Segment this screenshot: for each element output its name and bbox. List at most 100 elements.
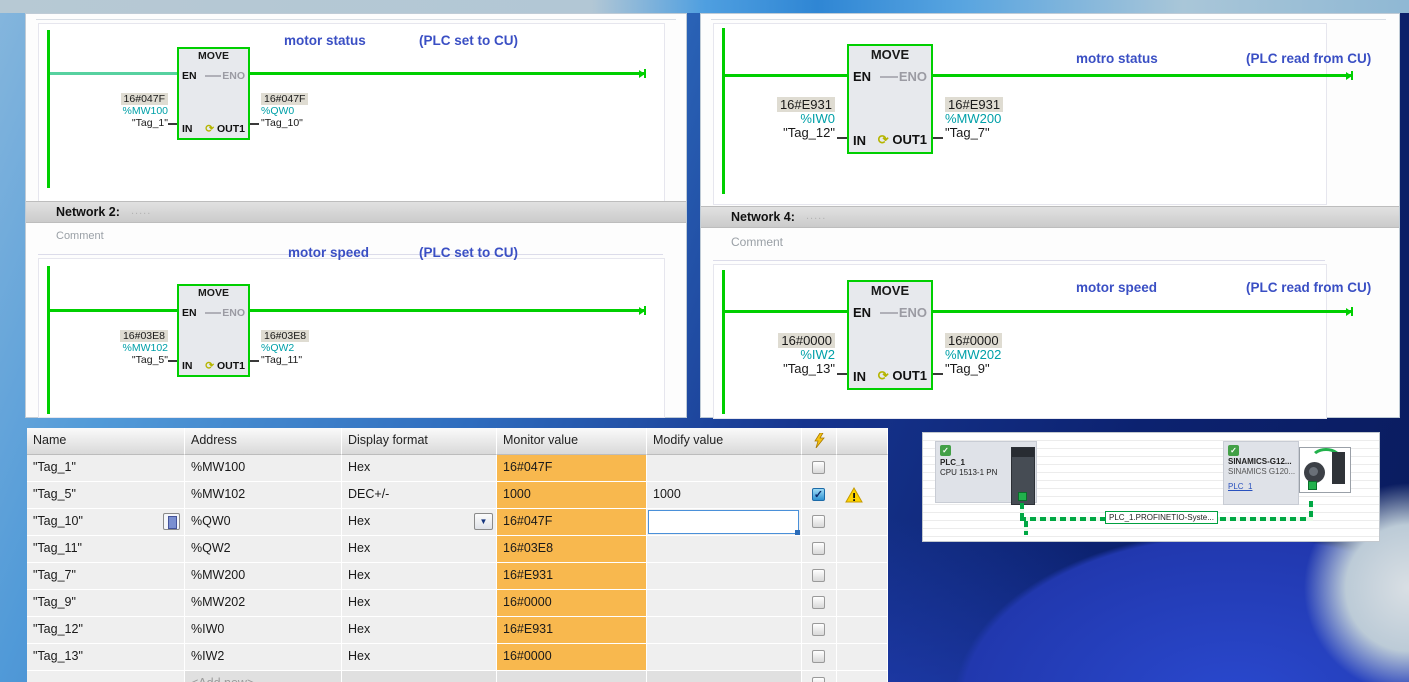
tag-name-cell[interactable]: "Tag_12" [27,617,185,644]
add-new-cell[interactable]: <Add new> [185,671,342,682]
tag-name-cell[interactable]: "Tag_9" [27,590,185,617]
modify-enable-checkbox[interactable] [812,461,825,474]
modify-value-input[interactable] [648,510,800,535]
modify-enable-checkbox[interactable] [812,650,825,663]
en-pin[interactable]: EN [853,69,871,84]
modify-enable-cell [802,563,837,590]
rung-comment-label: motor status [284,33,366,48]
tag-name-cell[interactable] [27,671,185,682]
modify-enable-checkbox[interactable] [812,623,825,636]
column-header-name[interactable]: Name [27,428,185,455]
modify-value-cell[interactable]: 1000 [647,482,802,509]
display-format-cell[interactable]: Hex [342,536,497,563]
output-operand[interactable]: 16#E931 %MW200 "Tag_7" [945,97,1075,140]
display-format-cell[interactable]: Hex ▼ [342,509,497,536]
modify-value-cell[interactable] [647,509,802,536]
format-dropdown-button[interactable]: ▼ [474,513,493,530]
tag-name-cell[interactable]: "Tag_11" [27,536,185,563]
network2-comment[interactable]: Comment [56,230,104,242]
en-pin[interactable]: EN [182,307,197,319]
eno-pin[interactable]: ENO [222,307,245,319]
tag-name-cell[interactable]: "Tag_1" [27,455,185,482]
cell-resize-handle[interactable] [795,530,800,535]
input-operand[interactable]: 16#03E8 %MW102 "Tag_5" [52,330,168,366]
en-pin[interactable]: EN [853,305,871,320]
display-format-cell[interactable]: Hex [342,455,497,482]
tag-detail-icon[interactable] [163,513,180,530]
in-pin[interactable]: IN [182,360,193,372]
modify-enable-checkbox[interactable] [812,596,825,609]
display-format-cell[interactable]: DEC+/- [342,482,497,509]
drive-device-image[interactable] [1299,447,1351,493]
display-format-cell[interactable]: Hex [342,590,497,617]
modify-value-cell[interactable] [647,590,802,617]
address-cell[interactable]: %IW0 [185,617,342,644]
network4-header[interactable]: Network 4: ..... [701,206,1399,228]
modify-enable-checkbox[interactable] [812,569,825,582]
network2-header[interactable]: Network 2: ..... [26,201,686,223]
in-pin[interactable]: IN [853,133,866,148]
modify-enable-checkbox[interactable] [812,542,825,555]
out1-pin[interactable]: ⟳ OUT1 [205,360,245,372]
tag-name-cell[interactable]: "Tag_13" [27,644,185,671]
drive-device-tile[interactable]: ✓ SINAMICS-G12... SINAMICS G120... PLC_1 [1223,441,1299,505]
move-block[interactable]: MOVE EN ENO IN ⟳ OUT1 [177,47,250,140]
out1-pin[interactable]: ⟳ OUT1 [205,123,245,135]
tag-name-cell[interactable]: "Tag_10" [27,509,185,536]
move-block[interactable]: MOVE EN ENO IN ⟳ OUT1 [847,280,933,390]
column-header-display-format[interactable]: Display format [342,428,497,455]
address-cell[interactable]: %MW200 [185,563,342,590]
out1-pin[interactable]: ⟳ OUT1 [878,132,927,148]
display-format-cell[interactable]: Hex [342,563,497,590]
plc-device-image[interactable] [1011,447,1035,505]
tag-name-cell[interactable]: "Tag_5" [27,482,185,509]
monitor-value-cell: 16#0000 [497,644,647,671]
in-pin[interactable]: IN [182,123,193,135]
modify-enable-checkbox[interactable] [812,515,825,528]
address-cell[interactable]: %MW100 [185,455,342,482]
column-header-monitor-value[interactable]: Monitor value [497,428,647,455]
modify-enable-checkbox[interactable] [812,677,825,682]
output-operand[interactable]: 16#047F %QW0 "Tag_10" [261,93,381,129]
out1-pin[interactable]: ⟳ OUT1 [878,368,927,384]
column-header-modify-trigger[interactable] [802,428,837,455]
address-cell[interactable]: %MW102 [185,482,342,509]
eno-pin[interactable]: ENO [899,305,927,320]
rung-side-label: (PLC read from CU) [1246,280,1372,295]
en-pin[interactable]: EN [182,70,197,82]
power-rail [47,30,50,188]
address-cell[interactable]: %MW202 [185,590,342,617]
tag-name-cell[interactable]: "Tag_7" [27,563,185,590]
output-operand[interactable]: 16#0000 %MW202 "Tag_9" [945,333,1075,376]
move-block[interactable]: MOVE EN ENO IN ⟳ OUT1 [177,284,250,377]
wire [933,74,1353,77]
in-pin[interactable]: IN [853,369,866,384]
network4-comment[interactable]: Comment [731,235,783,249]
column-header-address[interactable]: Address [185,428,342,455]
input-operand[interactable]: 16#0000 %IW2 "Tag_13" [715,333,835,376]
address-cell[interactable]: %QW0 [185,509,342,536]
modify-enable-checkbox[interactable]: ✓ [812,488,825,501]
modify-value-cell[interactable] [647,563,802,590]
table-row: "Tag_11" %QW2 Hex 16#03E8 [27,536,888,563]
tag-glyph [168,516,177,529]
modify-value-cell[interactable] [647,536,802,563]
modify-value-cell[interactable] [647,617,802,644]
input-operand[interactable]: 16#047F %MW100 "Tag_1" [52,93,168,129]
display-format-cell[interactable]: Hex [342,617,497,644]
modify-value-cell[interactable] [647,455,802,482]
output-operand[interactable]: 16#03E8 %QW2 "Tag_11" [261,330,381,366]
address-cell[interactable]: %IW2 [185,644,342,671]
eno-pin[interactable]: ENO [899,69,927,84]
column-header-modify-value[interactable]: Modify value [647,428,802,455]
input-operand[interactable]: 16#E931 %IW0 "Tag_12" [715,97,835,140]
wire [50,72,177,75]
move-block[interactable]: MOVE EN ENO IN ⟳ OUT1 [847,44,933,154]
profinet-subnet-label[interactable]: PLC_1.PROFINETIO-Syste... [1105,511,1218,524]
rung-side-label: (PLC set to CU) [419,33,518,48]
address-cell[interactable]: %QW2 [185,536,342,563]
display-format-cell[interactable]: Hex [342,644,497,671]
io-controller-link[interactable]: PLC_1 [1228,482,1252,491]
eno-pin[interactable]: ENO [222,70,245,82]
modify-value-cell[interactable] [647,644,802,671]
